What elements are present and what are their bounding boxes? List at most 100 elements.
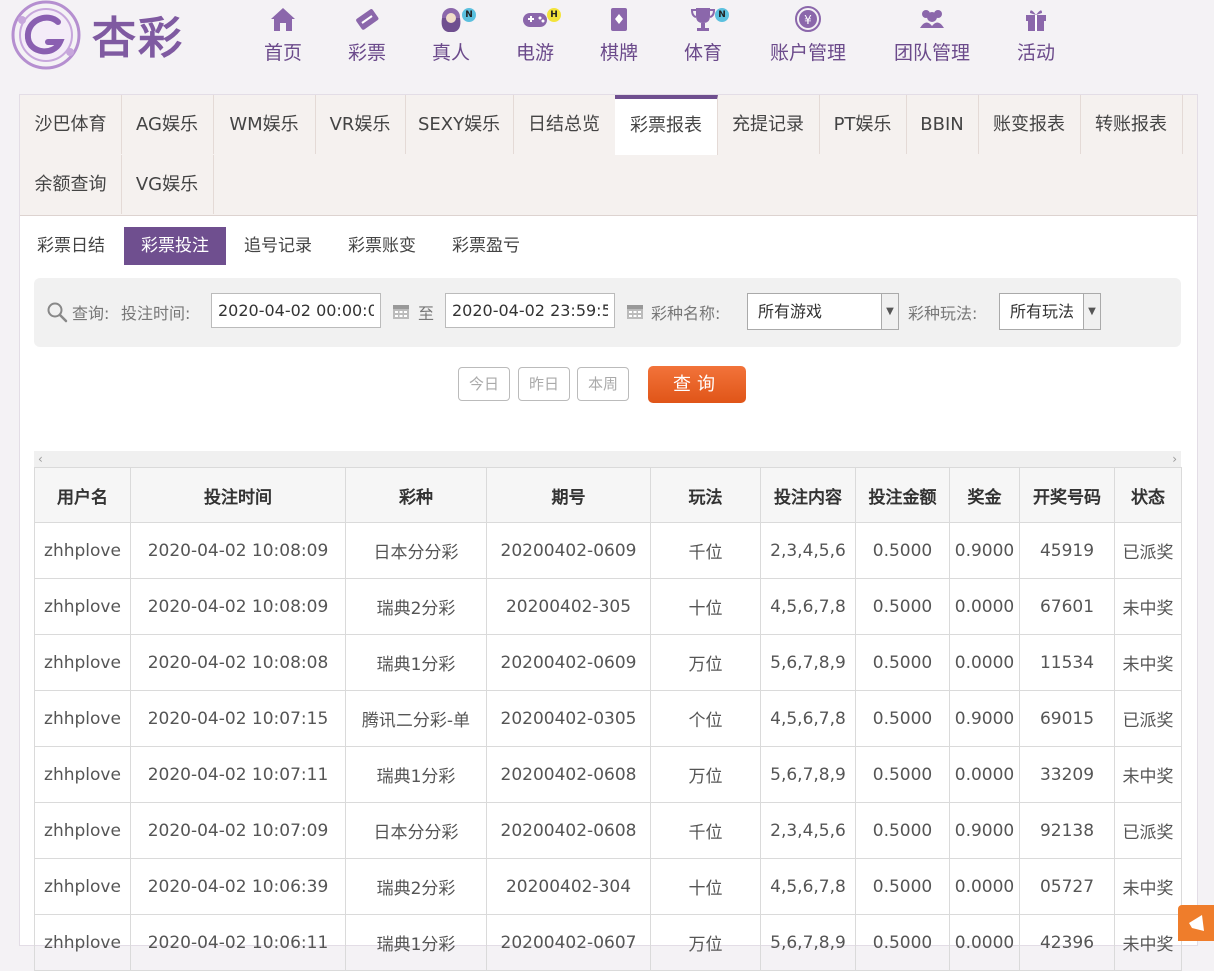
- start-time-input[interactable]: [211, 293, 381, 328]
- nav-label: 真人: [431, 42, 470, 64]
- nav-home[interactable]: 首页: [253, 2, 313, 68]
- username-cell: zhhplove: [34, 690, 131, 747]
- tab-balance-change[interactable]: 账变报表: [978, 95, 1081, 154]
- tab-transfer-report[interactable]: 转账报表: [1080, 95, 1183, 154]
- period-cell: 20200402-305: [486, 578, 651, 635]
- floating-chat-button[interactable]: [1178, 905, 1214, 941]
- bet-content-cell: 2,3,4,5,6: [760, 802, 856, 859]
- tab-deposit-withdraw[interactable]: 充提记录: [717, 95, 820, 154]
- new-badge: N: [715, 8, 729, 22]
- period-cell: 20200402-0305: [486, 690, 651, 747]
- tab-vg[interactable]: VG娱乐: [121, 155, 214, 214]
- status-cell: 未中奖: [1114, 858, 1182, 915]
- tab-wm[interactable]: WM娱乐: [213, 95, 316, 154]
- yesterday-button[interactable]: 昨日: [518, 367, 570, 401]
- nav-label: 账户管理: [769, 42, 846, 64]
- scroll-left-icon[interactable]: ‹: [38, 451, 43, 467]
- site-logo[interactable]: 杏彩: [8, 0, 198, 70]
- play-select[interactable]: 所有玩法 ▼: [999, 293, 1101, 330]
- nav-promotions[interactable]: 活动: [1006, 2, 1066, 68]
- table-row: zhhplove 2020-04-02 10:06:11 瑞典1分彩 20200402…: [34, 914, 1182, 971]
- tab-daily-overview[interactable]: 日结总览: [513, 95, 616, 154]
- draw-number-cell: 69015: [1019, 690, 1115, 747]
- scroll-right-icon[interactable]: ›: [1172, 451, 1177, 467]
- tab-lottery-report[interactable]: 彩票报表: [615, 95, 718, 155]
- nav-cards[interactable]: 棋牌: [589, 2, 649, 68]
- tab-sexy[interactable]: SEXY娱乐: [405, 95, 514, 154]
- subtab-chase-records[interactable]: 追号记录: [236, 227, 320, 265]
- bet-time-cell: 2020-04-02 10:07:15: [130, 690, 346, 747]
- subtab-lottery-balance-change[interactable]: 彩票账变: [340, 227, 424, 265]
- bet-content-cell: 5,6,7,8,9: [760, 746, 856, 803]
- megaphone-icon: [1189, 915, 1204, 931]
- play-cell: 个位: [650, 690, 761, 747]
- prize-cell: 0.9000: [949, 690, 1020, 747]
- lottery-cell: 日本分分彩: [345, 522, 487, 579]
- column-header: 玩法: [650, 467, 761, 523]
- lottery-cell: 腾讯二分彩-单: [345, 690, 487, 747]
- table-body: zhhplove 2020-04-02 10:08:09 日本分分彩 20200402…: [34, 522, 1182, 971]
- bet-amount-cell: 0.5000: [855, 802, 950, 859]
- column-header: 投注内容: [760, 467, 856, 523]
- nav-sports[interactable]: N 体育: [673, 2, 733, 68]
- bet-content-cell: 4,5,6,7,8: [760, 858, 856, 915]
- search-icon: [47, 302, 68, 323]
- lottery-cell: 瑞典2分彩: [345, 858, 487, 915]
- table-row: zhhplove 2020-04-02 10:07:11 瑞典1分彩 20200402…: [34, 746, 1182, 803]
- nav-team[interactable]: 团队管理: [888, 2, 976, 68]
- bet-time-cell: 2020-04-02 10:06:39: [130, 858, 346, 915]
- calendar-icon[interactable]: [392, 302, 410, 320]
- play-cell: 万位: [650, 746, 761, 803]
- logo-text: 杏彩: [92, 13, 184, 64]
- gift-icon: [1026, 10, 1046, 31]
- table-header-row: 用户名 投注时间 彩种 期号 玩法 投注内容 投注金额 奖金 开奖号码 状态: [34, 467, 1182, 523]
- subtab-lottery-bets[interactable]: 彩票投注: [124, 227, 226, 265]
- calendar-icon[interactable]: [626, 302, 644, 320]
- status-cell: 未中奖: [1114, 746, 1182, 803]
- today-button[interactable]: 今日: [458, 367, 510, 401]
- gamepad-icon: [523, 13, 547, 27]
- play-cell: 千位: [650, 522, 761, 579]
- search-button[interactable]: 查询: [648, 366, 746, 403]
- subtab-lottery-daily[interactable]: 彩票日结: [28, 227, 114, 265]
- nav-label: 首页: [263, 42, 302, 64]
- nav-lottery[interactable]: 彩票: [337, 2, 397, 68]
- tab-ag[interactable]: AG娱乐: [121, 95, 214, 154]
- prize-cell: 0.0000: [949, 578, 1020, 635]
- bet-amount-cell: 0.5000: [855, 690, 950, 747]
- tab-bbin[interactable]: BBIN: [906, 95, 979, 154]
- status-cell: 已派奖: [1114, 522, 1182, 579]
- nav-egames[interactable]: H 电游: [505, 2, 565, 68]
- site-header: 杏彩 首页 彩票 N 真人 H 电游 棋牌 N 体育 ¥ 账户管理 团队管理 活…: [0, 0, 1214, 80]
- status-cell: 未中奖: [1114, 634, 1182, 691]
- username-cell: zhhplove: [34, 634, 131, 691]
- tab-balance-query[interactable]: 余额查询: [20, 155, 122, 214]
- bet-time-cell: 2020-04-02 10:08:09: [130, 578, 346, 635]
- nav-label: 棋牌: [599, 42, 638, 64]
- username-cell: zhhplove: [34, 746, 131, 803]
- period-cell: 20200402-0608: [486, 802, 651, 859]
- this-week-button[interactable]: 本周: [577, 367, 629, 401]
- prize-cell: 0.9000: [949, 802, 1020, 859]
- nav-account[interactable]: ¥ 账户管理: [764, 2, 852, 68]
- bet-content-cell: 4,5,6,7,8: [760, 578, 856, 635]
- bet-time-label: 投注时间:: [121, 304, 191, 323]
- lottery-cell: 瑞典1分彩: [345, 914, 487, 971]
- bet-amount-cell: 0.5000: [855, 746, 950, 803]
- column-header: 期号: [486, 467, 651, 523]
- svg-text:¥: ¥: [804, 13, 812, 27]
- table-row: zhhplove 2020-04-02 10:08:09 日本分分彩 20200402…: [34, 522, 1182, 579]
- subtab-lottery-profit-loss[interactable]: 彩票盈亏: [444, 227, 528, 265]
- game-select[interactable]: 所有游戏 ▼: [747, 293, 899, 330]
- horizontal-scrollbar[interactable]: ‹ ›: [34, 451, 1181, 467]
- tab-vr[interactable]: VR娱乐: [315, 95, 406, 154]
- nav-live[interactable]: N 真人: [421, 2, 481, 68]
- tab-shaba-sports[interactable]: 沙巴体育: [20, 95, 122, 154]
- end-time-input[interactable]: [445, 293, 615, 328]
- tab-pt[interactable]: PT娱乐: [819, 95, 907, 154]
- draw-number-cell: 67601: [1019, 578, 1115, 635]
- new-badge: N: [462, 8, 476, 22]
- bet-time-cell: 2020-04-02 10:08:08: [130, 634, 346, 691]
- play-cell: 千位: [650, 802, 761, 859]
- play-cell: 十位: [650, 578, 761, 635]
